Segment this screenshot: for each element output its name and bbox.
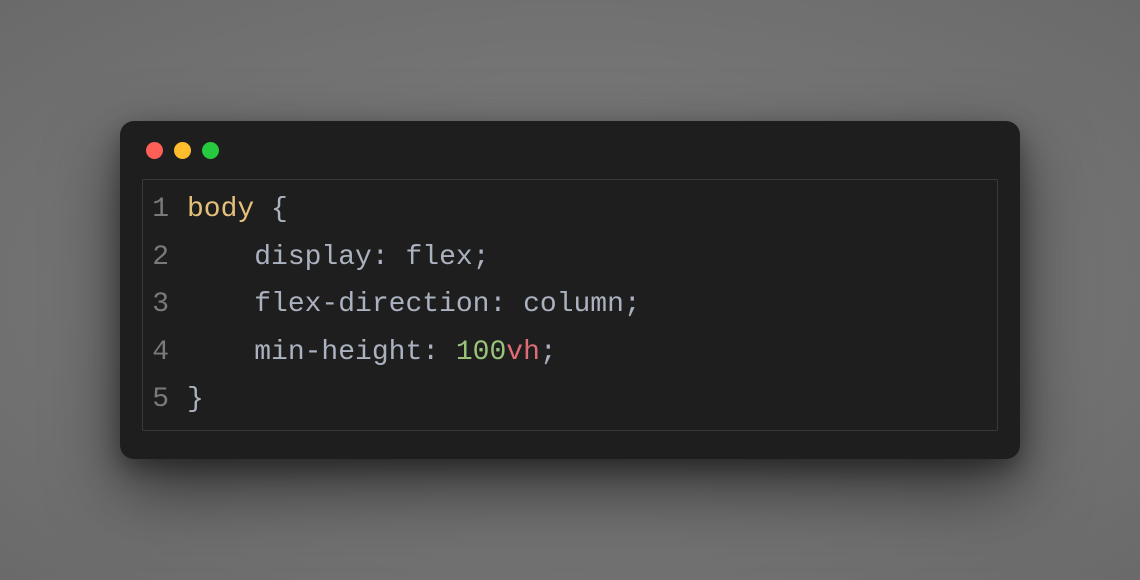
token-plain bbox=[187, 337, 254, 368]
code-line[interactable]: 3 flex-direction: column; bbox=[143, 281, 997, 329]
token-punct: : bbox=[422, 337, 439, 368]
minimize-icon[interactable] bbox=[174, 142, 191, 159]
code-content[interactable]: } bbox=[187, 376, 204, 424]
window-titlebar bbox=[120, 121, 1020, 179]
line-number: 2 bbox=[143, 234, 187, 282]
code-content[interactable]: min-height: 100vh; bbox=[187, 329, 557, 377]
token-number: 100 bbox=[456, 337, 506, 368]
code-line[interactable]: 5} bbox=[143, 376, 997, 424]
token-punct: : bbox=[489, 289, 506, 320]
code-content[interactable]: flex-direction: column; bbox=[187, 281, 641, 329]
code-window: 1body {2 display: flex;3 flex-direction:… bbox=[120, 121, 1020, 459]
line-number: 5 bbox=[143, 376, 187, 424]
token-plain bbox=[254, 194, 271, 225]
token-punct: : bbox=[372, 242, 389, 273]
token-punct: ; bbox=[540, 337, 557, 368]
token-property: min-height bbox=[254, 337, 422, 368]
token-property: flex-direction bbox=[254, 289, 489, 320]
token-plain bbox=[389, 242, 406, 273]
token-unit: vh bbox=[506, 337, 540, 368]
line-number: 1 bbox=[143, 186, 187, 234]
token-punct: ; bbox=[624, 289, 641, 320]
editor-container: 1body {2 display: flex;3 flex-direction:… bbox=[120, 179, 1020, 459]
token-plain bbox=[187, 242, 254, 273]
token-plain bbox=[506, 289, 523, 320]
code-line[interactable]: 4 min-height: 100vh; bbox=[143, 329, 997, 377]
code-line[interactable]: 1body { bbox=[143, 186, 997, 234]
code-content[interactable]: body { bbox=[187, 186, 288, 234]
token-punct: } bbox=[187, 384, 204, 415]
maximize-icon[interactable] bbox=[202, 142, 219, 159]
token-plain bbox=[439, 337, 456, 368]
token-punct: { bbox=[271, 194, 288, 225]
token-punct: ; bbox=[473, 242, 490, 273]
token-value: flex bbox=[405, 242, 472, 273]
code-line[interactable]: 2 display: flex; bbox=[143, 234, 997, 282]
token-plain bbox=[187, 289, 254, 320]
token-value: column bbox=[523, 289, 624, 320]
token-selector: body bbox=[187, 194, 254, 225]
code-editor[interactable]: 1body {2 display: flex;3 flex-direction:… bbox=[142, 179, 998, 431]
line-number: 3 bbox=[143, 281, 187, 329]
close-icon[interactable] bbox=[146, 142, 163, 159]
token-property: display bbox=[254, 242, 372, 273]
line-number: 4 bbox=[143, 329, 187, 377]
code-content[interactable]: display: flex; bbox=[187, 234, 490, 282]
